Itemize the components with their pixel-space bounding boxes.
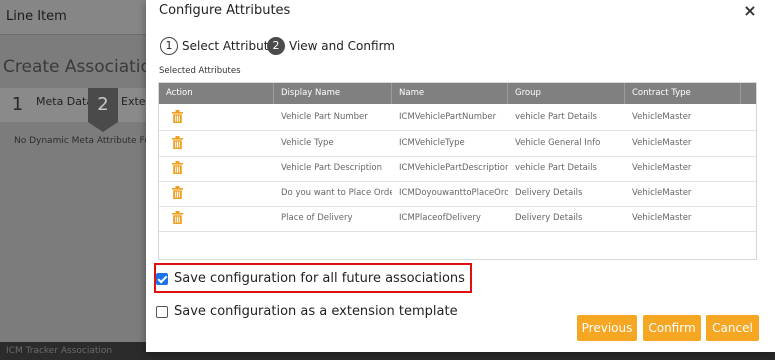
trash-icon[interactable]: [172, 110, 183, 123]
save-future-checkbox[interactable]: [156, 272, 168, 285]
display-name-cell: Vehicle Type: [281, 138, 334, 148]
name-cell: ICMVehicleType: [399, 138, 465, 148]
table-header: Action Display Name Name Group Contract …: [159, 83, 756, 104]
action-cell: [159, 181, 274, 206]
trash-icon[interactable]: [172, 211, 183, 224]
contract-type-cell: VehicleMaster: [632, 112, 692, 122]
table-row: Do you want to Place Order ICMDoyouwantt…: [159, 181, 756, 207]
column-header-name: Name: [392, 83, 508, 104]
table-row: Vehicle Part Description ICMVehiclePartD…: [159, 156, 756, 182]
column-header-contract-type: Contract Type: [625, 83, 741, 104]
save-future-label[interactable]: Save configuration for all future associ…: [174, 271, 465, 286]
group-cell: Vehicle General Info: [515, 138, 601, 148]
trash-icon[interactable]: [172, 186, 183, 199]
confirm-button[interactable]: Confirm: [643, 315, 701, 341]
column-header-action: Action: [159, 83, 274, 104]
save-template-label[interactable]: Save configuration as a extension templa…: [174, 304, 458, 319]
selected-attributes-label: Selected Attributes: [159, 66, 241, 76]
contract-type-cell: VehicleMaster: [632, 138, 692, 148]
name-cell: ICMVehiclePartNumber: [399, 112, 497, 122]
group-cell: Delivery Details: [515, 188, 583, 198]
background-step-1-number: 1: [11, 94, 24, 115]
display-name-cell: Vehicle Part Number: [281, 112, 368, 122]
group-cell: vehicle Part Details: [515, 163, 597, 173]
modal-title: Configure Attributes: [159, 3, 291, 18]
contract-type-cell: VehicleMaster: [632, 213, 692, 223]
display-name-cell: Place of Delivery: [281, 213, 353, 223]
cancel-button[interactable]: Cancel: [706, 315, 759, 341]
name-cell: ICMDoyouwanttoPlaceOrder: [399, 188, 508, 198]
column-header-group: Group: [508, 83, 625, 104]
table-row: Vehicle Part Number ICMVehiclePartNumber…: [159, 105, 756, 131]
step-view-and-confirm: 2 View and Confirm: [267, 37, 395, 55]
step-select-attributes: 1 Select Attributes: [160, 37, 282, 55]
table-row: Place of Delivery ICMPlaceofDelivery Del…: [159, 206, 756, 232]
name-cell: ICMVehiclePartDescription: [399, 163, 508, 173]
step-1-number: 1: [160, 37, 178, 55]
attributes-table: Action Display Name Name Group Contract …: [158, 82, 757, 260]
action-cell: [159, 131, 274, 156]
background-step-2-number: 2: [88, 88, 118, 122]
previous-button[interactable]: Previous: [577, 315, 637, 341]
save-template-checkbox[interactable]: [156, 305, 168, 318]
save-future-option[interactable]: Save configuration for all future associ…: [156, 271, 465, 286]
column-header-spacer: [741, 83, 756, 104]
contract-type-cell: VehicleMaster: [632, 188, 692, 198]
trash-icon[interactable]: [172, 161, 183, 174]
name-cell: ICMPlaceofDelivery: [399, 213, 481, 223]
table-row: Vehicle Type ICMVehicleType Vehicle Gene…: [159, 131, 756, 157]
configure-attributes-modal: Configure Attributes × 1 Select Attribut…: [146, 0, 775, 352]
display-name-cell: Vehicle Part Description: [281, 163, 382, 173]
close-icon[interactable]: ×: [743, 2, 757, 20]
background-step-1-label: Meta Data: [36, 95, 94, 108]
step-2-number: 2: [267, 37, 285, 55]
save-template-option[interactable]: Save configuration as a extension templa…: [156, 304, 458, 319]
trash-icon[interactable]: [172, 136, 183, 149]
group-cell: Delivery Details: [515, 213, 583, 223]
column-header-display-name: Display Name: [274, 83, 392, 104]
background-step-2-pointer: [88, 122, 118, 132]
background-page-title: Line Item: [6, 9, 67, 24]
action-cell: [159, 105, 274, 130]
step-2-label: View and Confirm: [289, 39, 395, 53]
background-empty-message: No Dynamic Meta Attribute Found: [14, 136, 167, 146]
contract-type-cell: VehicleMaster: [632, 163, 692, 173]
action-cell: [159, 206, 274, 231]
action-cell: [159, 156, 274, 181]
display-name-cell: Do you want to Place Order: [281, 188, 392, 198]
group-cell: vehicle Part Details: [515, 112, 597, 122]
background-footer-text: ICM Tracker Association: [6, 346, 113, 356]
